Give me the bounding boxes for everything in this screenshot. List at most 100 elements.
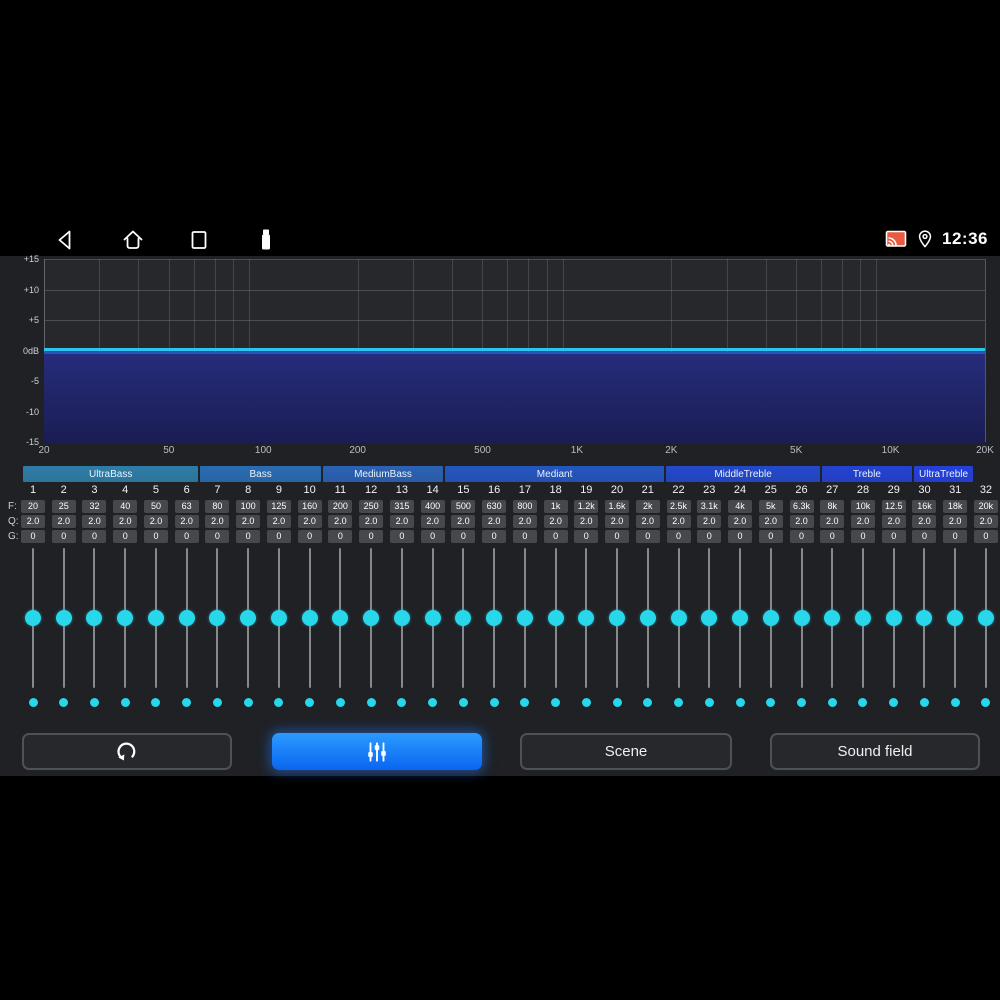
channel-indicator-dot[interactable] (335, 698, 345, 707)
gain-slider-knob[interactable] (117, 610, 134, 626)
channel-number: 2 (60, 484, 67, 496)
channel-indicator-dot[interactable] (366, 698, 376, 707)
channel-indicator-dot[interactable] (858, 698, 868, 707)
channel-indicator-dot[interactable] (489, 698, 499, 707)
gain-slider-knob[interactable] (670, 610, 687, 626)
band-group-label: MediumBass (354, 468, 412, 480)
gain-slider-knob[interactable] (578, 610, 595, 626)
channel-indicator-dot[interactable] (981, 698, 991, 707)
channel-indicator-dot[interactable] (120, 698, 130, 707)
channel-indicator-dot[interactable] (735, 698, 745, 707)
channel-indicator-dot[interactable] (612, 698, 622, 707)
gain-slider-knob[interactable] (824, 610, 841, 626)
channel-indicator-dot[interactable] (643, 698, 653, 707)
sound-field-button[interactable]: Sound field (770, 733, 980, 770)
freq-axis-label: 50 (163, 445, 175, 456)
channel-indicator-dot[interactable] (551, 698, 561, 707)
freq-value-chip: 2.5k (666, 500, 691, 513)
gain-slider-knob[interactable] (947, 610, 964, 626)
freq-value-chip: 12.5 (881, 500, 906, 513)
q-value-chip: 2.0 (174, 515, 199, 528)
channel-indicator-dot[interactable] (274, 698, 284, 707)
gain-slider-knob[interactable] (301, 610, 318, 626)
freq-axis-label: 20K (976, 445, 994, 456)
gain-slider-knob[interactable] (209, 610, 226, 626)
gain-slider-knob[interactable] (363, 610, 380, 626)
channel-indicator-dot[interactable] (212, 698, 222, 707)
gain-slider-knob[interactable] (854, 610, 871, 626)
gain-value-chip: 0 (451, 530, 476, 543)
gain-slider-knob[interactable] (86, 610, 103, 626)
channel-indicator-dot[interactable] (889, 698, 899, 707)
gain-slider-knob[interactable] (455, 610, 472, 626)
gain-slider-knob[interactable] (885, 610, 902, 626)
freq-axis-label: 500 (474, 445, 491, 456)
channel-indicator-dot[interactable] (243, 698, 253, 707)
gain-slider-knob[interactable] (977, 610, 994, 626)
q-value-chip: 2.0 (482, 515, 507, 528)
channel-number: 23 (703, 484, 716, 496)
channel-indicator-dot[interactable] (674, 698, 684, 707)
band-group-bass[interactable]: Bass (200, 466, 321, 482)
scene-button[interactable]: Scene (520, 733, 732, 770)
gain-slider-knob[interactable] (55, 610, 72, 626)
gain-slider-knob[interactable] (25, 610, 41, 626)
gain-slider-knob[interactable] (762, 610, 779, 626)
channel-indicator-dot[interactable] (59, 698, 69, 707)
band-group-middletreble[interactable]: MiddleTreble (665, 466, 821, 482)
usb-drive-icon[interactable] (253, 227, 279, 253)
gain-slider-knob[interactable] (793, 610, 810, 626)
band-group-ultratreble[interactable]: UltraTreble (913, 466, 974, 482)
channel-number: 6 (183, 484, 190, 496)
gain-slider-knob[interactable] (516, 610, 533, 626)
gain-value-chip: 0 (113, 530, 138, 543)
channel-number: 10 (303, 484, 316, 496)
channel-indicator-dot[interactable] (520, 698, 530, 707)
gain-slider-knob[interactable] (270, 610, 287, 626)
channel-indicator-dot[interactable] (950, 698, 960, 707)
channel-indicator-dot[interactable] (581, 698, 591, 707)
channel-indicator-dot[interactable] (182, 698, 192, 707)
channel-indicator-dot[interactable] (766, 698, 776, 707)
gain-slider-knob[interactable] (178, 610, 195, 626)
gain-slider-knob[interactable] (240, 610, 257, 626)
equalizer-button[interactable] (272, 733, 482, 770)
channel-indicator-dot[interactable] (797, 698, 806, 707)
gain-slider-knob[interactable] (332, 610, 349, 626)
channel-indicator-dot[interactable] (151, 698, 161, 707)
gain-value-chip: 0 (420, 530, 445, 543)
freq-value-chip: 1.6k (605, 500, 630, 513)
gain-slider-knob[interactable] (609, 610, 626, 626)
band-group-treble[interactable]: Treble (822, 466, 912, 482)
home-icon[interactable] (120, 227, 146, 253)
band-group-mediumbass[interactable]: MediumBass (322, 466, 444, 482)
band-group-ultrabass[interactable]: UltraBass (23, 466, 199, 482)
gain-slider-knob[interactable] (147, 610, 164, 626)
channel-indicator-dot[interactable] (704, 698, 714, 707)
channel-indicator-dot[interactable] (919, 698, 929, 707)
channel-indicator-dot[interactable] (397, 698, 407, 707)
q-value-chip: 2.0 (635, 515, 660, 528)
gain-slider-knob[interactable] (393, 610, 410, 626)
reset-button[interactable] (22, 733, 232, 770)
channel-indicator-dot[interactable] (89, 698, 99, 707)
freq-value-chip: 6.3k (789, 500, 814, 513)
gain-slider-knob[interactable] (732, 610, 749, 626)
channel-indicator-dot[interactable] (458, 698, 468, 707)
band-group-mediant[interactable]: Mediant (445, 466, 664, 482)
channel-indicator-dot[interactable] (827, 698, 837, 707)
back-icon[interactable] (53, 227, 79, 253)
gain-slider-knob[interactable] (547, 610, 564, 626)
channel-indicator-dot[interactable] (428, 698, 438, 707)
freq-value-chip: 32 (82, 500, 107, 513)
channel-indicator-dot[interactable] (305, 698, 315, 707)
gain-slider-knob[interactable] (701, 610, 718, 626)
gain-value-chip: 0 (850, 530, 875, 543)
gain-slider-knob[interactable] (639, 610, 656, 626)
q-value-chip: 2.0 (297, 515, 322, 528)
recents-icon[interactable] (186, 227, 212, 253)
gain-slider-knob[interactable] (916, 610, 933, 626)
gain-slider-knob[interactable] (424, 610, 441, 626)
gain-slider-knob[interactable] (486, 610, 503, 626)
channel-indicator-dot[interactable] (28, 698, 38, 707)
